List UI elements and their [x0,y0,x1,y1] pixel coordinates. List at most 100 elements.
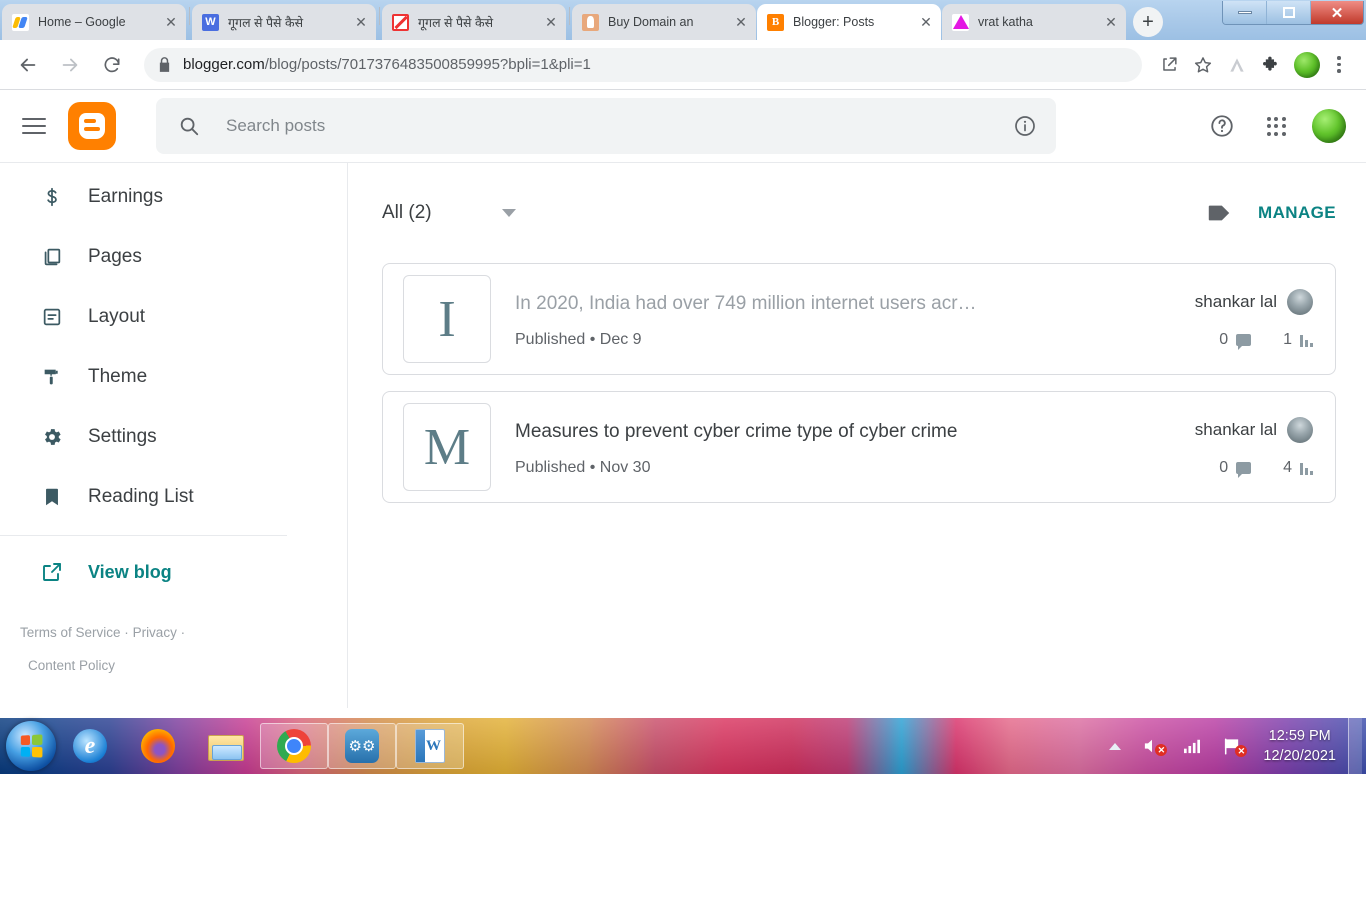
tab-close-button[interactable]: ✕ [1102,13,1120,31]
window-controls: ✕ [1222,1,1364,25]
sidebar: Earnings Pages Layout Theme Settings Rea… [0,163,348,708]
taskbar-gears-app-icon[interactable]: ⚙⚙ [328,723,396,769]
taskbar-word-icon[interactable]: W [396,723,464,769]
taskbar-clock[interactable]: 12:59 PM 12/20/2021 [1259,726,1348,766]
browser-tab-3[interactable]: Buy Domain an ✕ [572,4,756,40]
tab-separator [379,7,380,25]
post-thumbnail: I [403,275,491,363]
profile-avatar[interactable] [1294,51,1320,78]
url-path: /blog/posts/7017376483500859995?bpli=1&p… [264,56,591,73]
search-posts-bar[interactable] [156,98,1056,154]
sidebar-item-pages[interactable]: Pages [0,227,347,287]
sidebar-item-label: Pages [88,246,142,267]
word-icon: W [415,729,445,763]
account-avatar[interactable] [1312,109,1346,143]
taskbar-internet-explorer-icon[interactable]: e [56,723,124,769]
menu-icon[interactable] [22,118,46,134]
view-blog-button[interactable]: View blog [0,544,347,600]
post-filter-dropdown[interactable]: All (2) [382,202,516,224]
volume-muted-icon[interactable]: ✕ [1139,738,1168,756]
comment-icon [1236,462,1252,478]
show-desktop-button[interactable] [1348,718,1362,774]
manage-button[interactable]: MANAGE [1258,203,1336,223]
browser-tab-0[interactable]: Home – Google ✕ [2,4,186,40]
blogger-icon: B [767,13,784,31]
terms-of-service-link[interactable]: Terms of Service [20,625,121,640]
system-tray: ✕ ✕ 12:59 PM 12/20/2021 [1109,718,1366,774]
tab-close-button[interactable]: ✕ [917,13,935,31]
apps-grid-icon[interactable] [1254,104,1298,148]
url-domain: blogger.com [183,56,265,73]
posts-toolbar: All (2) MANAGE [382,163,1336,263]
show-hidden-icons-icon[interactable] [1109,742,1122,750]
taskbar-file-explorer-icon[interactable] [192,723,260,769]
network-signal-icon[interactable] [1179,738,1205,754]
sidebar-item-layout[interactable]: Layout [0,287,347,347]
wordpress-icon: W [202,13,219,31]
tab-close-button[interactable]: ✕ [732,13,750,31]
stats-bar-icon[interactable] [1300,333,1313,347]
post-row[interactable]: I In 2020, India had over 749 million in… [382,263,1336,375]
star-icon[interactable] [1188,50,1218,80]
close-window-button[interactable]: ✕ [1311,1,1363,24]
help-icon[interactable] [1200,104,1244,148]
tab-close-button[interactable]: ✕ [542,13,560,31]
post-main: In 2020, India had over 749 million inte… [515,290,1175,349]
maximize-button[interactable] [1267,1,1311,24]
gears-app-icon: ⚙⚙ [345,729,379,763]
back-arrow-icon[interactable] [12,49,44,81]
firefox-icon [141,729,175,763]
legal-line-2: Content Policy [20,649,347,682]
adsense-icon [12,13,29,31]
tab-title: Home – Google [38,15,126,29]
three-dot-menu-icon[interactable] [1324,50,1354,80]
action-center-flag-icon[interactable]: ✕ [1219,738,1248,757]
extension-a-icon[interactable] [1222,50,1252,80]
header-actions [1172,104,1352,148]
lock-icon [158,57,171,72]
app-body: Earnings Pages Layout Theme Settings Rea… [0,162,1366,708]
new-tab-button[interactable]: + [1133,7,1163,37]
comment-count: 0 [1219,331,1229,348]
sidebar-item-settings[interactable]: Settings [0,407,347,467]
label-tag-icon[interactable] [1206,202,1232,224]
privacy-link[interactable]: Privacy [133,625,177,640]
post-title[interactable]: Measures to prevent cyber crime type of … [515,418,1175,446]
clock-date: 12/20/2021 [1263,748,1336,764]
reload-icon[interactable] [96,49,128,81]
minimize-button[interactable] [1223,1,1267,24]
info-icon[interactable] [1006,107,1044,145]
search-input[interactable] [226,116,1006,136]
sidebar-item-earnings[interactable]: Earnings [0,167,347,227]
post-stats: 0 4 [1195,459,1313,478]
browser-tab-1[interactable]: W गूगल से पैसे कैसे ✕ [192,4,376,40]
forward-arrow-icon[interactable] [54,49,86,81]
sidebar-item-theme[interactable]: Theme [0,347,347,407]
blogger-logo[interactable] [68,102,116,150]
sidebar-item-reading-list[interactable]: Reading List [0,467,347,527]
taskbar-chrome-icon[interactable] [260,723,328,769]
tab-separator [569,7,570,25]
taskbar-firefox-icon[interactable] [124,723,192,769]
sidebar-divider [0,535,287,536]
puzzle-icon[interactable] [1256,50,1286,80]
tab-close-button[interactable]: ✕ [162,13,180,31]
comment-count: 0 [1219,459,1229,476]
browser-tab-2[interactable]: गूगल से पैसे कैसे ✕ [382,4,566,40]
tab-close-button[interactable]: ✕ [352,13,370,31]
browser-tab-4-active[interactable]: B Blogger: Posts ✕ [757,4,941,40]
sidebar-item-label: Layout [88,306,146,327]
content-policy-link[interactable]: Content Policy [28,658,115,673]
share-icon[interactable] [1154,50,1184,80]
view-blog-label: View blog [88,561,172,582]
post-meta: shankar lal 0 4 [1175,417,1313,478]
layout-icon [38,306,66,328]
post-title[interactable]: In 2020, India had over 749 million inte… [515,290,1175,318]
post-status: Published • Dec 9 [515,330,642,348]
windows-start-orb[interactable] [6,721,56,771]
address-bar[interactable]: blogger.com/blog/posts/70173764835008599… [144,47,1142,82]
post-row[interactable]: M Measures to prevent cyber crime type o… [382,391,1336,503]
stats-bar-icon[interactable] [1300,461,1313,475]
browser-tab-5[interactable]: vrat katha ✕ [942,4,1126,40]
pages-icon [38,246,66,268]
